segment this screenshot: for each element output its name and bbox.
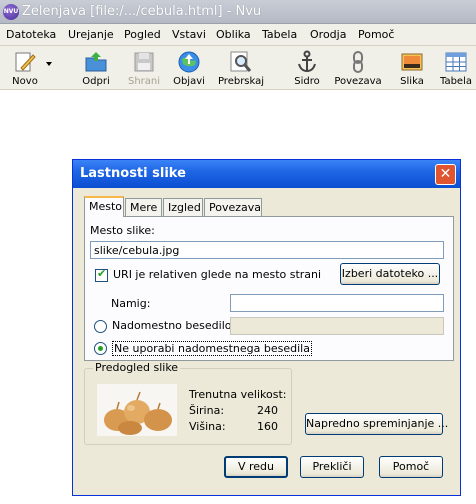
tab-mere[interactable]: Mere [125,198,162,216]
anchor-button-label: Sidro [294,76,320,87]
cancel-button[interactable]: Prekliči [300,456,364,478]
height-value: 160 [257,420,278,433]
menubar: Datoteka Urejanje Pogled Vstavi Oblika T… [0,24,476,46]
help-button[interactable]: Pomoč [379,456,443,478]
tab-povezava[interactable]: Povezava [204,198,262,216]
open-button-label: Odpri [82,76,110,87]
choose-file-button[interactable]: Izberi datoteko ... [340,263,440,285]
image-location-input[interactable] [90,241,444,259]
browse-button[interactable]: Prebrskaj [216,48,266,88]
menu-datoteka[interactable]: Datoteka [6,28,56,41]
floppy-disk-icon [134,52,154,72]
open-button[interactable]: Odpri [76,48,116,88]
width-label: Širina: [189,404,225,417]
tooltip-input[interactable] [230,294,444,312]
checkmark-icon: ✔ [97,267,107,280]
image-icon [401,53,423,71]
close-icon[interactable]: ✕ [435,164,456,185]
image-button-label: Slika [400,76,424,87]
table-icon [445,52,467,72]
new-button[interactable]: Novo [4,48,46,88]
image-location-label: Mesto slike: [90,224,155,237]
anchor-icon [298,50,316,73]
location-tab-panel: Mesto slike: ✔ URI je relativen glede na… [84,216,454,361]
no-alt-text-label: Ne uporabi nadomestnega besedila [112,341,312,356]
menu-vstavi[interactable]: Vstavi [172,28,206,41]
advanced-edit-button[interactable]: Napredno spreminjanje ... [305,413,448,435]
ok-button[interactable]: V redu [224,456,288,478]
new-dropdown-arrow-icon[interactable] [46,62,52,66]
publish-globe-icon [178,51,200,73]
image-preview-legend: Predogled slike [93,361,181,374]
image-properties-dialog: Lastnosti slike ✕ Mesto Mere Izgled Pove… [72,159,461,496]
relative-url-label: URI je relativen glede na mesto strani [113,268,322,281]
anchor-button[interactable]: Sidro [290,48,324,88]
menu-oblika[interactable]: Oblika [216,28,251,41]
image-button[interactable]: Slika [394,48,430,88]
menu-urejanje[interactable]: Urejanje [68,28,114,41]
tooltip-label: Namig: [111,297,151,310]
height-label: Višina: [189,420,226,433]
tab-izgled[interactable]: Izgled [163,198,203,216]
tab-mesto[interactable]: Mesto [84,196,124,217]
menu-tabela[interactable]: Tabela [262,28,297,41]
toolbar: Novo Odpri Shrani Objavi Prebrskaj Sidro… [0,46,476,90]
menu-pogled[interactable]: Pogled [124,28,161,41]
onion-preview-image [97,384,177,436]
app-title-bar: NVU Zelenjava [file:/.../cebula.html] - … [0,0,476,24]
save-button-label: Shrani [127,76,161,87]
relative-url-checkbox[interactable]: ✔ [95,267,108,282]
save-button[interactable]: Shrani [124,48,164,88]
app-title: Zelenjava [file:/.../cebula.html] - Nvu [22,4,262,19]
table-button-label: Tabela [440,76,472,87]
current-size-label: Trenutna velikost: [189,388,287,401]
browse-button-label: Prebrskaj [217,76,265,87]
menu-orodja[interactable]: Orodja [310,28,346,41]
radio-selected-dot [98,346,103,351]
link-chain-icon [353,51,363,73]
dialog-title: Lastnosti slike [80,166,186,181]
dialog-title-bar[interactable]: Lastnosti slike ✕ [73,160,460,188]
image-preview-group: Predogled slike Trenutna velikost: Širin… [84,361,292,445]
open-folder-icon [85,52,107,72]
publish-button-label: Objavi [173,76,205,87]
new-button-label: Novo [12,76,38,87]
alt-text-label: Nadomestno besedilo: [112,319,236,332]
magnifier-icon [230,51,252,72]
alt-text-radio[interactable] [94,320,107,333]
nvu-logo-icon: NVU [3,4,19,20]
menu-pomoc[interactable]: Pomoč [358,28,394,41]
no-alt-text-radio[interactable] [94,342,107,355]
pencil-icon [15,52,36,72]
table-button[interactable]: Tabela [438,48,474,88]
width-value: 240 [257,404,278,417]
link-button[interactable]: Povezava [334,48,382,88]
publish-button[interactable]: Objavi [169,48,209,88]
link-button-label: Povezava [334,76,382,87]
alt-text-input[interactable] [230,317,444,335]
